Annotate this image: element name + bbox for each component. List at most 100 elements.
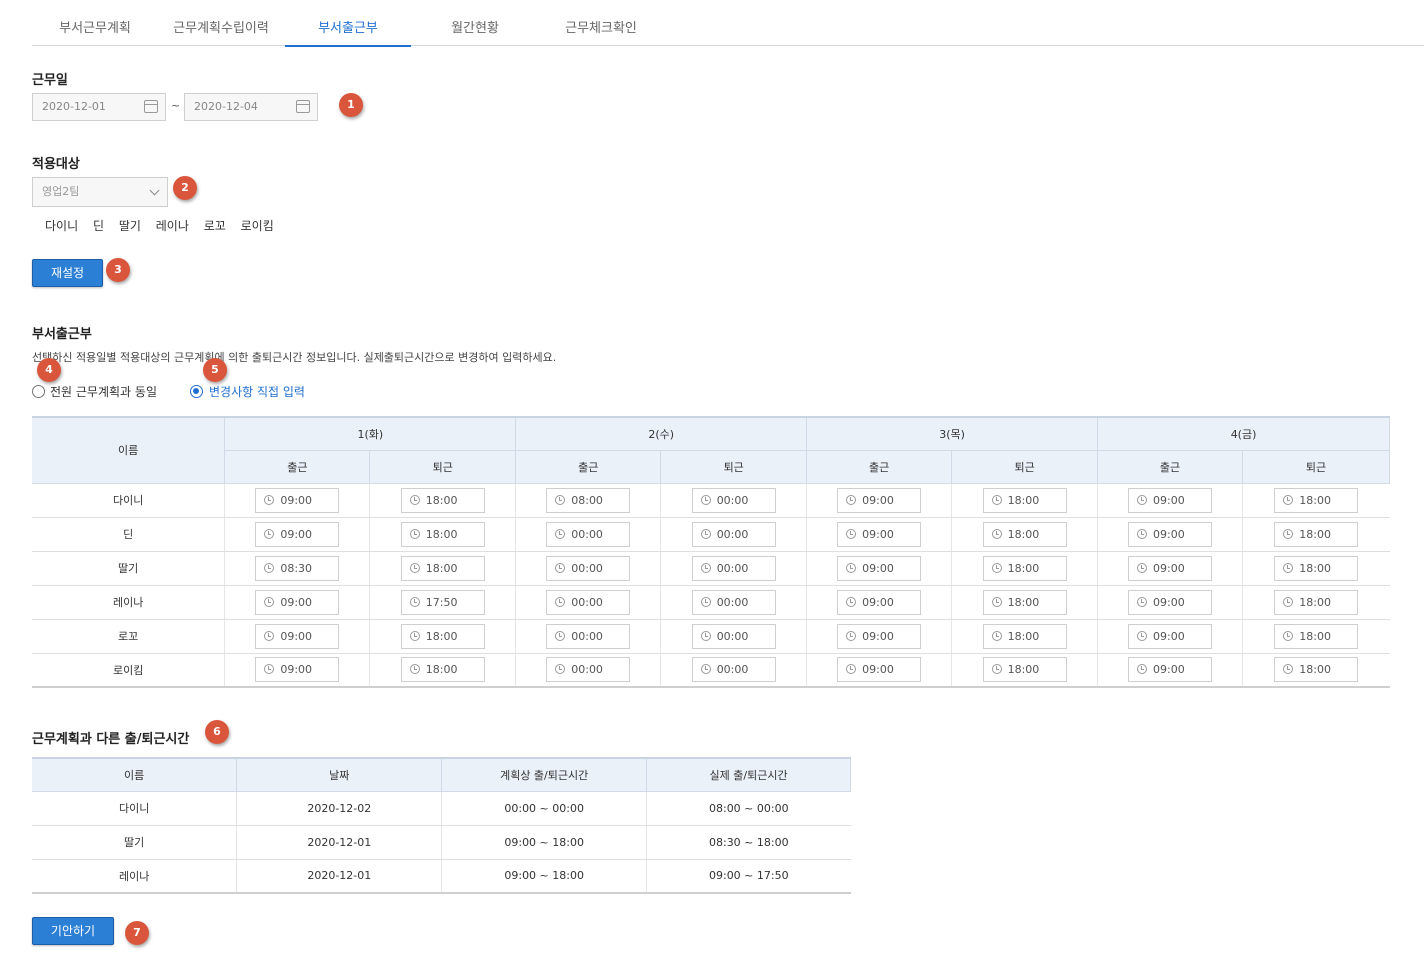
time-input[interactable]: 00:00 (546, 623, 631, 649)
clock-icon (1137, 630, 1148, 641)
time-value: 09:00 (862, 561, 894, 575)
time-input[interactable]: 18:00 (982, 623, 1067, 649)
target-title: 적용대상 (32, 157, 80, 172)
time-input[interactable]: 18:00 (1274, 521, 1359, 547)
time-input[interactable]: 18:00 (400, 623, 485, 649)
member-name: 다이니 (45, 219, 79, 233)
tab-dept-attendance[interactable]: 부서출근부 (285, 10, 411, 47)
time-input[interactable]: 00:00 (546, 589, 631, 615)
time-input[interactable]: 18:00 (982, 487, 1067, 513)
clock-out-header: 퇴근 (1242, 449, 1390, 484)
time-input[interactable]: 18:00 (982, 657, 1067, 683)
tab-plan-history[interactable]: 근무계획수립이력 (158, 10, 284, 46)
reset-button[interactable]: 재설정 (32, 259, 103, 287)
end-date-input[interactable]: 2020-12-04 (184, 93, 318, 121)
time-input[interactable]: 00:00 (546, 657, 631, 683)
time-input[interactable]: 00:00 (691, 657, 776, 683)
time-input[interactable]: 09:00 (255, 521, 340, 547)
time-input[interactable]: 09:00 (255, 623, 340, 649)
calendar-icon[interactable] (144, 100, 158, 113)
employee-name: 다이니 (32, 483, 225, 518)
time-input[interactable]: 09:00 (837, 623, 922, 649)
time-input[interactable]: 18:00 (982, 521, 1067, 547)
radio-same-as-plan[interactable]: 전원 근무계획과 동일 (32, 384, 182, 400)
tab-dept-plan[interactable]: 부서근무계획 (32, 10, 158, 46)
time-input[interactable]: 18:00 (1274, 623, 1359, 649)
tab-monthly-status[interactable]: 월간현황 (412, 10, 538, 46)
team-select[interactable]: 영업2팀 (32, 177, 168, 207)
time-value: 18:00 (1007, 629, 1040, 643)
time-input[interactable]: 09:00 (837, 657, 922, 683)
time-input[interactable]: 17:50 (400, 589, 485, 615)
time-input[interactable]: 09:00 (837, 555, 922, 581)
clock-out-cell: 18:00 (1242, 619, 1390, 654)
time-input[interactable]: 09:00 (255, 589, 340, 615)
annotation-badge-6: 6 (205, 720, 229, 744)
time-input[interactable]: 18:00 (982, 555, 1067, 581)
clock-icon (700, 562, 711, 573)
clock-in-cell: 09:00 (806, 483, 952, 518)
diff-cell-planned: 09:00 ~ 18:00 (441, 859, 647, 894)
time-input[interactable]: 18:00 (400, 521, 485, 547)
time-input[interactable]: 18:00 (1274, 589, 1359, 615)
time-input[interactable]: 09:00 (255, 657, 340, 683)
time-value: 00:00 (571, 527, 603, 541)
clock-icon (846, 630, 857, 641)
radio-button-checked[interactable] (190, 385, 203, 398)
clock-out-cell: 00:00 (660, 483, 807, 518)
time-input[interactable]: 09:00 (1128, 623, 1213, 649)
clock-icon (846, 494, 857, 505)
time-input[interactable]: 18:00 (1274, 487, 1359, 513)
start-date-input[interactable]: 2020-12-01 (32, 93, 166, 121)
submit-draft-button[interactable]: 기안하기 (32, 917, 114, 945)
time-input[interactable]: 18:00 (1274, 657, 1359, 683)
calendar-icon[interactable] (296, 100, 310, 113)
clock-icon (846, 596, 857, 607)
employee-name: 로이킴 (32, 653, 225, 688)
time-input[interactable]: 09:00 (1128, 521, 1213, 547)
clock-out-cell: 18:00 (951, 551, 1098, 586)
time-input[interactable]: 09:00 (1128, 555, 1213, 581)
time-input[interactable]: 09:00 (1128, 487, 1213, 513)
time-input[interactable]: 08:30 (255, 555, 340, 581)
clock-in-cell: 00:00 (515, 585, 661, 620)
time-value: 09:00 (862, 663, 894, 677)
time-input[interactable]: 00:00 (691, 623, 776, 649)
time-input[interactable]: 00:00 (691, 555, 776, 581)
time-input[interactable]: 00:00 (691, 589, 776, 615)
table-row: 다이니 2020-12-02 00:00 ~ 00:00 08:00 ~ 00:00 (32, 791, 851, 826)
time-input[interactable]: 18:00 (400, 555, 485, 581)
time-input[interactable]: 09:00 (837, 487, 922, 513)
clock-in-cell: 09:00 (1097, 619, 1243, 654)
time-input[interactable]: 00:00 (546, 521, 631, 547)
tab-work-check[interactable]: 근무체크확인 (538, 10, 664, 46)
time-input[interactable]: 18:00 (400, 487, 485, 513)
time-value: 00:00 (716, 561, 749, 575)
employee-name: 딘 (32, 517, 225, 552)
time-input[interactable]: 09:00 (837, 521, 922, 547)
time-input[interactable]: 18:00 (400, 657, 485, 683)
time-input[interactable]: 00:00 (691, 487, 776, 513)
time-value: 00:00 (571, 595, 603, 609)
clock-icon (264, 528, 275, 539)
time-input[interactable]: 09:00 (1128, 657, 1213, 683)
time-input[interactable]: 09:00 (255, 487, 340, 513)
clock-out-cell: 18:00 (1242, 551, 1390, 586)
time-input[interactable]: 00:00 (691, 521, 776, 547)
time-value: 00:00 (571, 629, 603, 643)
attendance-table: 이름 1(화) 2(수) 3(목) 4(금) 출근 퇴근 출근 퇴근 출근 퇴근… (32, 416, 1390, 688)
time-input[interactable]: 18:00 (982, 589, 1067, 615)
time-value: 18:00 (1007, 527, 1040, 541)
clock-icon (700, 596, 711, 607)
time-input[interactable]: 09:00 (837, 589, 922, 615)
time-input[interactable]: 08:00 (546, 487, 631, 513)
time-value: 18:00 (1299, 663, 1331, 677)
date-separator: ~ (171, 99, 181, 112)
radio-button[interactable] (32, 385, 45, 398)
radio-direct-input[interactable]: 변경사항 직접 입력 (190, 384, 330, 400)
clock-icon (409, 494, 420, 505)
clock-in-cell: 09:00 (806, 619, 952, 654)
time-input[interactable]: 18:00 (1274, 555, 1359, 581)
time-input[interactable]: 09:00 (1128, 589, 1213, 615)
time-input[interactable]: 00:00 (546, 555, 631, 581)
